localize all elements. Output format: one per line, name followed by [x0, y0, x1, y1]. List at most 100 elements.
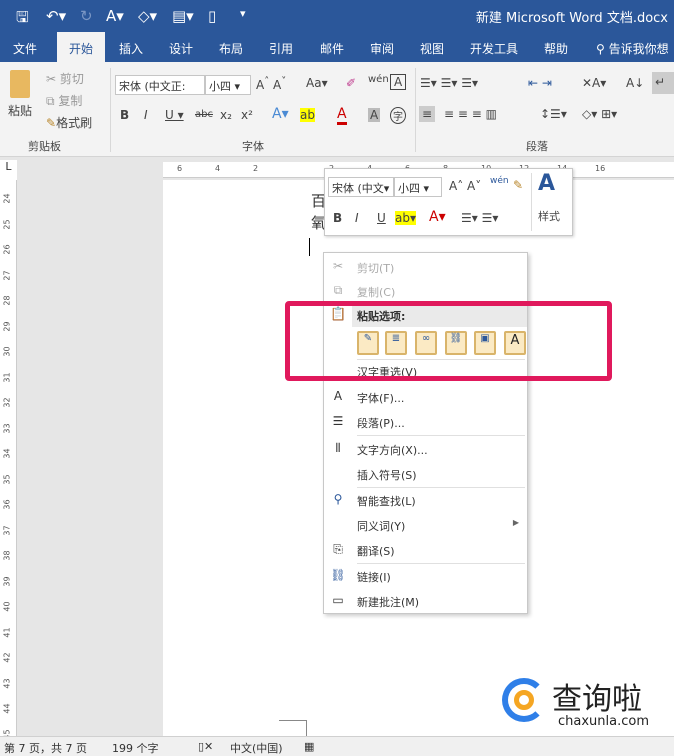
- divider: [415, 68, 416, 152]
- page-corner-mark: [279, 720, 307, 736]
- scissors-icon: ✂: [46, 72, 57, 86]
- language[interactable]: 中文(中国): [230, 740, 283, 756]
- proofing-icon[interactable]: ▯✕: [198, 740, 213, 753]
- strikethrough-icon[interactable]: abc: [195, 109, 213, 120]
- mini-italic-icon[interactable]: I: [355, 211, 359, 225]
- tab-insert[interactable]: 插入: [119, 40, 143, 57]
- submenu-arrow-icon: ▶: [512, 518, 519, 527]
- format-painter-button[interactable]: ✎格式刷: [46, 114, 92, 131]
- menu-item-font[interactable]: A 字体(F)...: [324, 385, 527, 409]
- tab-developer[interactable]: 开发工具: [470, 40, 518, 57]
- layout-icon[interactable]: ▤▾: [172, 7, 194, 25]
- mini-bullets-icon[interactable]: ☰▾ ☰▾: [461, 211, 498, 225]
- search-icon: ⚲: [596, 42, 609, 56]
- paste-button[interactable]: 粘贴: [8, 102, 32, 119]
- menu-item-insert-symbol[interactable]: 插入符号(S): [324, 462, 527, 486]
- mini-underline-icon[interactable]: U: [377, 211, 386, 225]
- ruler-tick-label: 30: [2, 346, 12, 357]
- bullets-icon[interactable]: ☰▾ ☰▾ ☰▾: [420, 76, 478, 90]
- mini-font-color-icon[interactable]: A▾: [429, 209, 446, 225]
- shading-icon[interactable]: ◇▾ ⊞▾: [582, 107, 617, 121]
- italic-icon[interactable]: I: [144, 108, 148, 122]
- mini-highlight-icon[interactable]: ab▾: [395, 211, 416, 225]
- tab-help[interactable]: 帮助: [544, 40, 568, 57]
- tab-mailings[interactable]: 邮件: [320, 40, 344, 57]
- mini-font-name-combo[interactable]: 宋体 (中文▾: [328, 177, 394, 197]
- mini-bold-icon[interactable]: B: [333, 211, 342, 225]
- status-bar: 第 7 页，共 7 页 199 个字 ▯✕ 中文(中国) ▦: [0, 736, 674, 756]
- ruler-tick-label: 34: [2, 448, 12, 459]
- ruler-tick-label: 6: [177, 164, 183, 173]
- mini-format-painter-icon[interactable]: ✎: [513, 178, 523, 192]
- tab-design[interactable]: 设计: [169, 40, 193, 57]
- show-marks-icon[interactable]: ↵: [652, 72, 674, 94]
- menu-item-new-comment[interactable]: ▭ 新建批注(M): [324, 589, 527, 613]
- cut-button[interactable]: ✂ 剪切: [46, 70, 84, 87]
- align-left-icon[interactable]: ≡: [419, 106, 436, 122]
- clear-format-icon[interactable]: ✐: [346, 76, 356, 90]
- menu-item-link[interactable]: ⛓ 链接(I): [324, 564, 527, 588]
- mini-grow-shrink-font-icon[interactable]: A˄ A˅: [449, 179, 481, 193]
- bold-icon[interactable]: B: [120, 108, 129, 122]
- redo-icon[interactable]: ↻: [80, 7, 93, 25]
- ruler-tick-label: 43: [2, 677, 12, 689]
- highlight-box: [285, 301, 612, 381]
- tab-references[interactable]: 引用: [269, 40, 293, 57]
- subscript-icon[interactable]: x₂: [220, 108, 232, 122]
- menu-item-copy[interactable]: ⧉ 复制(C): [324, 279, 527, 303]
- font-color-icon[interactable]: A: [337, 106, 347, 125]
- page-count[interactable]: 第 7 页，共 7 页: [4, 740, 87, 756]
- change-case-button[interactable]: Aa▾: [306, 76, 328, 90]
- comment-icon: ▭: [332, 593, 344, 607]
- macro-icon[interactable]: ▦: [304, 740, 314, 753]
- align-buttons-icon[interactable]: ≡ ≡ ≡ ▥: [444, 107, 497, 121]
- sort-icon[interactable]: A↓: [626, 76, 644, 90]
- save-icon[interactable]: 🖫: [16, 7, 29, 32]
- font-icon: A: [333, 389, 343, 403]
- phonetic-guide-icon[interactable]: wén: [368, 74, 389, 85]
- underline-icon[interactable]: U ▾: [165, 108, 184, 122]
- vertical-ruler[interactable]: 24 25 26 27 28 29 30 31 32 33 34 35 36 37 38 39 40 41 42 43…: [0, 180, 17, 739]
- superscript-icon[interactable]: x²: [241, 108, 253, 122]
- menu-item-text-direction[interactable]: ⦀ 文字方向(X)...: [324, 437, 527, 461]
- indent-icon[interactable]: ⇤ ⇥: [528, 76, 552, 90]
- enclose-char-icon[interactable]: 字: [390, 107, 406, 124]
- tab-file[interactable]: 文件: [13, 40, 37, 57]
- tab-home[interactable]: 开始: [57, 32, 106, 62]
- ruler-tick-label: 40: [2, 601, 12, 612]
- menu-item-smart-lookup[interactable]: ⚲ 智能查找(L): [324, 488, 527, 512]
- paste-icon[interactable]: [10, 70, 30, 98]
- undo-icon[interactable]: ↶▾: [46, 7, 66, 25]
- text-effects-icon[interactable]: A▾: [272, 106, 289, 122]
- document-icon[interactable]: ▯: [208, 7, 216, 25]
- tab-view[interactable]: 视图: [420, 40, 444, 57]
- format-icon[interactable]: A▾: [106, 7, 124, 25]
- font-size-combo[interactable]: 小四 ▾: [205, 75, 251, 95]
- tab-review[interactable]: 审阅: [370, 40, 394, 57]
- tab-layout[interactable]: 布局: [219, 40, 243, 57]
- customize-icon[interactable]: ▾: [240, 7, 246, 20]
- mini-font-size-combo[interactable]: 小四 ▾: [394, 177, 442, 197]
- menu-item-translate[interactable]: ⎘ 翻译(S): [324, 538, 527, 562]
- tab-selector[interactable]: L: [0, 160, 17, 180]
- highlight-icon[interactable]: ab: [300, 108, 315, 122]
- asian-layout-icon[interactable]: ✕A▾: [582, 76, 606, 90]
- grow-font-icon[interactable]: A˄ A˅: [256, 76, 286, 92]
- ruler-tick-label: 35: [2, 473, 12, 485]
- font-name-combo[interactable]: 宋体 (中文正:: [115, 75, 205, 95]
- line-spacing-icon[interactable]: ↕☰▾: [540, 107, 567, 121]
- word-count[interactable]: 199 个字: [112, 740, 159, 756]
- menu-item-synonyms[interactable]: 同义词(Y) ▶: [324, 513, 527, 537]
- tell-me-search[interactable]: ⚲ 告诉我你想: [596, 40, 669, 57]
- char-border-icon[interactable]: A: [390, 74, 407, 90]
- copy-button[interactable]: ⧉ 复制: [46, 92, 82, 109]
- menu-item-cut[interactable]: ✂ 剪切(T): [324, 255, 527, 279]
- menu-item-paragraph[interactable]: ☰ 段落(P)...: [324, 410, 527, 434]
- styles-button[interactable]: 样式: [538, 208, 560, 224]
- char-shading-icon[interactable]: A: [368, 108, 381, 122]
- shape-icon[interactable]: ◇▾: [138, 7, 157, 25]
- mini-phonetic-icon[interactable]: wén: [490, 176, 509, 186]
- ruler-tick-label: 25: [2, 218, 12, 230]
- styles-icon[interactable]: A: [538, 171, 555, 196]
- mini-toolbar: 宋体 (中文▾ 小四 ▾ A˄ A˅ wén ✎ B I U ab▾ A▾ ☰▾…: [324, 168, 573, 236]
